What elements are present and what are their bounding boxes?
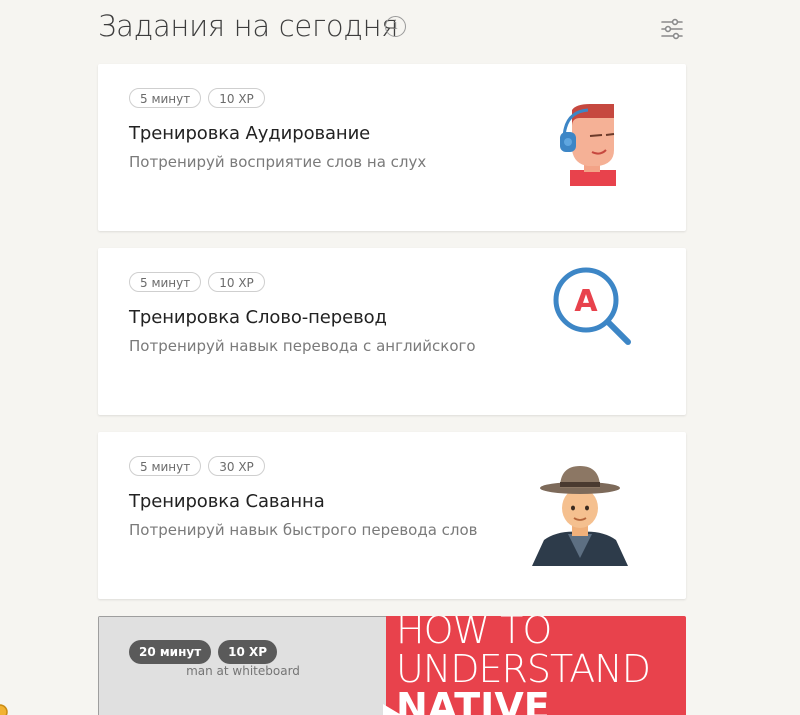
xp-badge: 10 XP [208,272,265,292]
duration-badge: 5 минут [129,272,202,292]
play-icon[interactable] [381,702,405,715]
page: Задания на сегодня i 5 минут 10 XP Трени… [0,0,800,715]
xp-badge: 30 XP [208,456,265,476]
task-card-savanna[interactable]: 5 минут 30 XP Тренировка Саванна Потрени… [98,432,686,599]
video-title-line: HOW TO [396,616,552,652]
duration-badge: 20 минут [129,640,212,664]
card-badges: 5 минут 10 XP [129,88,265,108]
card-description: Потренируй навык быстрого перевода слов [129,521,478,539]
page-title: Задания на сегодня [98,9,399,43]
info-icon[interactable]: i [385,16,406,37]
xp-badge: 10 XP [218,640,278,664]
video-title-line: UNDERSTAND [396,647,651,691]
card-description: Потренируй восприятие слов на слух [129,153,427,171]
duration-badge: 5 минут [129,456,202,476]
header: Задания на сегодня i [98,6,686,50]
duration-badge: 5 минут [129,88,202,108]
filter-settings-icon[interactable] [660,18,684,40]
video-thumbnail: man at whiteboard [98,616,388,715]
card-badges: 5 минут 10 XP [129,272,265,292]
magnifier-letter: A [574,284,598,319]
task-card-word-translation[interactable]: 5 минут 10 XP Тренировка Слово-перевод П… [98,248,686,415]
video-title-line: NATIVE [396,685,550,715]
card-badges: 5 минут 30 XP [129,456,265,476]
video-card[interactable]: man at whiteboard HOW TO UNDERSTAND NATI… [98,616,686,715]
card-title: Тренировка Саванна [129,491,325,512]
xp-badge: 10 XP [208,88,265,108]
listening-person-icon [560,104,616,186]
badge-coin-icon [0,704,8,715]
card-description: Потренируй навык перевода с английского [129,337,476,355]
magnifier-letter-icon: A [553,267,631,345]
card-title: Тренировка Аудирование [129,123,371,144]
task-card-listening[interactable]: 5 минут 10 XP Тренировка Аудирование Пот… [98,64,686,231]
card-title: Тренировка Слово-перевод [129,307,387,328]
video-title-panel: HOW TO UNDERSTAND NATIVE [386,616,686,715]
thumbnail-label: man at whiteboard [186,664,300,678]
explorer-hat-icon [532,466,628,566]
video-badges: 20 минут 10 XP [129,640,278,664]
